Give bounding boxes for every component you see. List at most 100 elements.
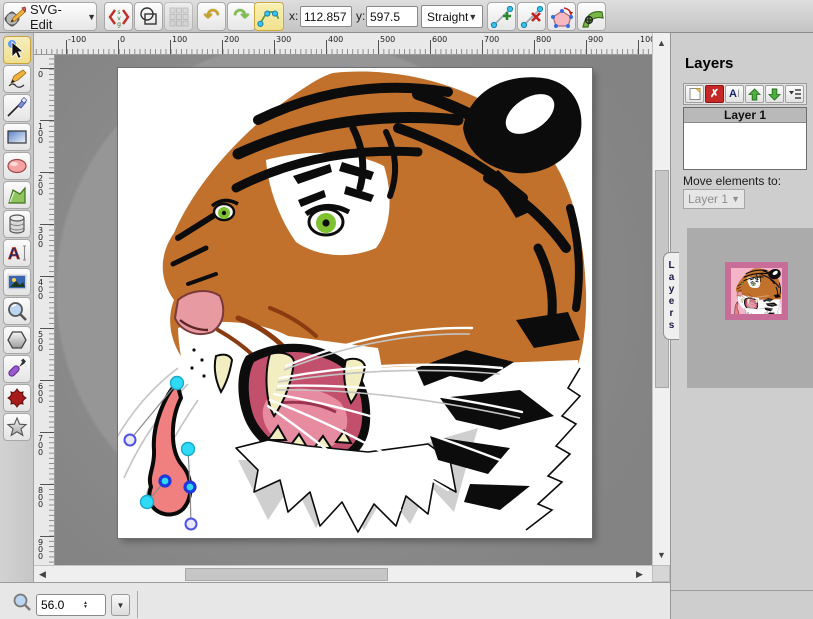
delete-layer-button[interactable]: ✗ <box>705 85 724 103</box>
move-layer-up-button[interactable] <box>745 85 764 103</box>
tool-select[interactable] <box>3 36 31 64</box>
ruler-label: 800 <box>536 35 551 44</box>
layer-up-icon <box>748 88 761 101</box>
grid-button[interactable] <box>164 2 193 31</box>
ruler-label: 900 <box>588 35 603 44</box>
ruler-label: 500 <box>36 330 45 351</box>
svg-edit-window: SVG-Edit ▼ s v g <box>0 0 813 619</box>
red-ornament-icon <box>6 387 28 409</box>
tool-line[interactable] <box>3 94 31 122</box>
tool-ellipse[interactable] <box>3 152 31 180</box>
layers-panel-title: Layers <box>685 55 733 72</box>
tool-polygon[interactable] <box>3 326 31 354</box>
horizontal-scrollbar[interactable]: ◀ ▶ <box>34 565 652 582</box>
horizontal-scroll-thumb[interactable] <box>185 568 388 581</box>
svg-text:A: A <box>8 244 20 263</box>
scroll-up-arrow[interactable]: ▲ <box>657 39 666 48</box>
select-tool-icon <box>6 39 28 61</box>
wireframe-button[interactable] <box>134 2 163 31</box>
zoom-level-input[interactable] <box>37 598 81 612</box>
link-control-points-toggle[interactable] <box>254 2 284 31</box>
layer-menu-button[interactable] <box>785 85 804 103</box>
text-tool-icon: A <box>6 242 28 264</box>
new-layer-button[interactable] <box>685 85 704 103</box>
tool-image[interactable] <box>3 268 31 296</box>
y-coordinate-input[interactable] <box>366 6 418 27</box>
scroll-down-arrow[interactable]: ▼ <box>657 551 666 560</box>
zoom-spinner[interactable]: ▲▼ <box>83 601 88 609</box>
scroll-left-arrow[interactable]: ◀ <box>39 570 46 579</box>
tool-text[interactable]: A <box>3 239 31 267</box>
move-elements-value: Layer 1 <box>688 192 728 206</box>
delete-node-button[interactable] <box>517 2 546 31</box>
ruler-label: 0 <box>120 35 125 44</box>
rename-layer-button[interactable]: AI <box>725 85 744 103</box>
delete-node-icon <box>520 5 544 29</box>
layer-down-icon <box>768 88 781 101</box>
tool-shape-library[interactable] <box>3 210 31 238</box>
scroll-right-arrow[interactable]: ▶ <box>636 570 643 579</box>
new-layer-icon <box>688 87 702 101</box>
add-subpath-icon <box>580 5 604 29</box>
ruler-label: 400 <box>36 278 45 299</box>
redo-button[interactable]: ↷ <box>227 2 256 31</box>
tool-star[interactable] <box>3 413 31 441</box>
zoom-preset-dropdown[interactable]: ▼ <box>111 594 130 616</box>
source-code-icon: s v g <box>108 6 130 28</box>
tool-path[interactable] <box>3 181 31 209</box>
segment-type-select[interactable]: Straight ▼ <box>421 5 483 28</box>
tool-zoom[interactable] <box>3 297 31 325</box>
move-elements-label: Move elements to: <box>683 174 781 188</box>
layers-side-tab[interactable]: Layers <box>663 252 679 340</box>
main-menu-button[interactable]: SVG-Edit ▼ <box>3 2 97 31</box>
ruler-label: 600 <box>36 382 45 403</box>
tool-clipart-library[interactable] <box>3 384 31 412</box>
rectangle-tool-icon <box>6 126 28 148</box>
zoom-status-icon <box>12 592 32 612</box>
y-coordinate-label: y: <box>356 9 365 23</box>
ellipse-tool-icon <box>6 155 28 177</box>
source-code-button[interactable]: s v g <box>104 2 133 31</box>
move-layer-down-button[interactable] <box>765 85 784 103</box>
status-bar: ▲▼ ▼ <box>0 582 670 619</box>
scrollbar-corner <box>652 565 670 582</box>
ruler-label: 600 <box>432 35 447 44</box>
layers-side-tab-label: Layers <box>666 260 677 332</box>
main-menu-caret: ▼ <box>87 12 96 22</box>
thumbnail-image <box>731 268 782 314</box>
svg-canvas[interactable] <box>118 68 592 538</box>
move-elements-select[interactable]: Layer 1 ▼ <box>683 189 745 209</box>
ruler-label: 100 <box>36 122 45 143</box>
hexagon-icon <box>6 329 28 351</box>
open-path-button[interactable] <box>547 2 576 31</box>
ruler-label: 800 <box>36 486 45 507</box>
ruler-label: 200 <box>224 35 239 44</box>
x-coordinate-input[interactable] <box>300 6 352 27</box>
insert-node-button[interactable] <box>487 2 516 31</box>
segment-type-value: Straight <box>427 10 468 24</box>
delete-layer-icon: ✗ <box>710 89 719 100</box>
open-path-icon <box>550 5 574 29</box>
tool-rectangle[interactable] <box>3 123 31 151</box>
layer-list-header[interactable]: Layer 1 <box>684 108 806 123</box>
zoom-level-box: ▲▼ <box>36 594 106 616</box>
canvas-thumbnail[interactable] <box>725 262 788 320</box>
add-subpath-button[interactable] <box>577 2 606 31</box>
layers-panel: Layers ✗ AI <box>670 33 813 619</box>
layer-menu-icon <box>788 88 802 100</box>
tool-pencil[interactable] <box>3 65 31 93</box>
drawing-workspace[interactable] <box>55 55 652 565</box>
undo-button[interactable]: ↶ <box>197 2 226 31</box>
left-tool-palette: A <box>0 33 34 619</box>
overview-panel <box>687 228 813 388</box>
layer-toolbar: ✗ AI <box>683 83 807 105</box>
ruler-label: 500 <box>380 35 395 44</box>
tool-eyedropper[interactable] <box>3 355 31 383</box>
layer-list[interactable]: Layer 1 <box>683 107 807 170</box>
link-control-points-icon <box>257 5 281 29</box>
ruler-label: 300 <box>36 226 45 247</box>
cylinder-icon <box>6 213 28 235</box>
svg-edit-logo-icon <box>4 6 26 28</box>
wireframe-icon <box>138 6 160 28</box>
ruler-label: 700 <box>36 434 45 455</box>
